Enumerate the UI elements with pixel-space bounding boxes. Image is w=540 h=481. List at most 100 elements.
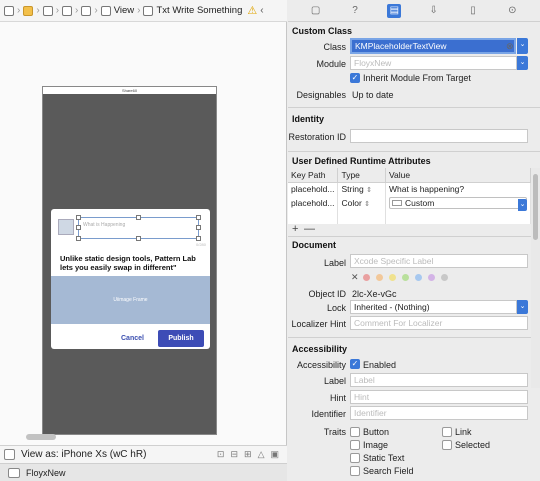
debug-area-icon[interactable] <box>8 467 20 478</box>
accessibility-label-field[interactable]: Label <box>350 373 528 387</box>
clear-color-icon[interactable]: ✕ <box>351 272 359 283</box>
horizontal-scrollbar[interactable] <box>26 434 56 440</box>
type-cell[interactable]: Color ⇕ <box>337 195 386 210</box>
table-row[interactable]: placehold... String ⇕ What is happening? <box>288 182 531 196</box>
updown-stepper-icon[interactable]: ⇕ <box>364 201 370 208</box>
compose-dialog[interactable]: What is Happening 0/280 Unlike static de… <box>51 209 210 349</box>
file-inspector-icon[interactable]: ▢ <box>309 4 323 18</box>
identifier-field[interactable]: Identifier <box>350 406 528 420</box>
scene-icon[interactable] <box>42 5 53 16</box>
add-attribute-button[interactable]: + <box>292 223 298 235</box>
value-cell[interactable]: Custom <box>385 195 531 210</box>
runtime-attributes-table: Key Path Type Value placehold... String … <box>288 168 531 224</box>
resize-handle[interactable] <box>76 215 81 220</box>
localizer-hint-label: Localizer Hint <box>291 319 346 329</box>
localizer-hint-field[interactable]: Comment For Localizer <box>350 316 528 330</box>
resize-handle[interactable] <box>196 225 201 230</box>
pin-icon[interactable]: ⊞ <box>244 449 252 460</box>
size-inspector-icon[interactable]: ▯ <box>466 4 480 18</box>
column-header-type[interactable]: Type <box>337 168 386 183</box>
inherit-module-checkbox[interactable]: ✓ <box>350 73 360 83</box>
publish-button[interactable]: Publish <box>158 330 204 347</box>
lock-dropdown-button[interactable]: ⌄ <box>517 300 528 314</box>
chevron-left-icon[interactable]: ‹ <box>260 5 263 16</box>
divider <box>288 337 540 338</box>
resize-handle[interactable] <box>136 215 141 220</box>
trait-link-checkbox[interactable] <box>442 427 452 437</box>
custom-class-header: Custom Class <box>292 26 353 36</box>
remove-attribute-button[interactable]: — <box>304 223 315 235</box>
accessibility-header: Accessibility <box>292 344 348 354</box>
accessibility-enabled-checkbox[interactable]: ✓ <box>350 359 360 369</box>
value-cell[interactable]: What is happening? <box>385 182 531 196</box>
xcode-label-field[interactable]: Xcode Specific Label <box>350 254 528 268</box>
resize-handle[interactable] <box>76 236 81 241</box>
trait-selected-checkbox[interactable] <box>442 440 452 450</box>
help-inspector-icon[interactable]: ? <box>348 4 362 18</box>
cancel-button[interactable]: Cancel <box>121 335 144 342</box>
controller-icon[interactable] <box>62 5 73 16</box>
type-cell[interactable]: String ⇕ <box>337 182 386 196</box>
table-row[interactable]: placehold... Color ⇕ Custom <box>288 195 531 210</box>
prompt-label: Unlike static design tools, Pattern Lab … <box>60 254 196 272</box>
chevron-right-icon: › <box>94 5 98 16</box>
lock-select[interactable]: Inherited - (Nothing) <box>350 300 517 314</box>
updown-stepper-icon[interactable]: ⇕ <box>366 187 372 194</box>
scrollbar-thumb[interactable] <box>533 174 538 240</box>
resolve-icon[interactable]: △ <box>258 449 265 460</box>
breadcrumb-text-view[interactable]: Txt Write Something <box>156 5 242 16</box>
module-dropdown-button[interactable]: ⌄ <box>517 56 528 70</box>
textview-icon[interactable] <box>143 5 154 16</box>
vertical-scrollbar[interactable] <box>531 168 540 388</box>
class-field[interactable]: KMPlaceholderTextView <box>350 38 516 54</box>
label-color-swatch[interactable] <box>376 274 383 281</box>
resize-handle[interactable] <box>76 225 81 230</box>
folder-icon[interactable] <box>23 5 34 16</box>
identity-header: Identity <box>292 114 325 124</box>
align-icon[interactable]: ⊟ <box>230 449 238 460</box>
module-label: Module <box>316 59 346 69</box>
label-color-swatch[interactable] <box>428 274 435 281</box>
resize-handle[interactable] <box>196 215 201 220</box>
keypath-cell[interactable]: placehold... <box>288 195 339 210</box>
type-value: String <box>341 184 364 195</box>
label-color-swatch[interactable] <box>389 274 396 281</box>
clear-icon[interactable]: ⊗ <box>506 41 514 52</box>
file-icon[interactable] <box>4 5 14 16</box>
color-popup[interactable]: Custom <box>389 196 527 209</box>
designables-value: Up to date <box>352 90 394 100</box>
update-frames-icon[interactable]: ⊡ <box>217 449 225 460</box>
trait-static-text-checkbox[interactable] <box>350 453 360 463</box>
trait-image-checkbox[interactable] <box>350 440 360 450</box>
label-color-swatch[interactable] <box>402 274 409 281</box>
view-icon[interactable] <box>81 5 92 16</box>
chevron-right-icon: › <box>75 5 79 16</box>
module-field[interactable]: FloyxNew <box>350 56 517 70</box>
trait-button-checkbox[interactable] <box>350 427 360 437</box>
keypath-cell[interactable]: placehold... <box>288 182 339 196</box>
label-color-swatch[interactable] <box>441 274 448 281</box>
identity-inspector-icon[interactable]: ▤ <box>387 3 402 18</box>
traits-label: Traits <box>323 427 346 437</box>
view-icon[interactable] <box>100 5 111 16</box>
connections-inspector-icon[interactable]: ⊙ <box>505 4 519 18</box>
restoration-id-field[interactable] <box>350 129 528 143</box>
resize-handle[interactable] <box>196 236 201 241</box>
column-header-keypath[interactable]: Key Path <box>288 168 339 183</box>
embed-icon[interactable]: ▣ <box>270 449 279 460</box>
accessibility-label: Accessibility <box>296 360 346 370</box>
trait-search-field-checkbox[interactable] <box>350 466 360 476</box>
class-dropdown-button[interactable]: ⌄ <box>517 38 528 54</box>
label-color-swatch[interactable] <box>363 274 370 281</box>
outline-toggle-button[interactable] <box>4 449 15 460</box>
view-as-device[interactable]: View as: iPhone Xs (wC hR) <box>21 449 146 460</box>
resize-handle[interactable] <box>136 236 141 241</box>
warning-icon[interactable]: ⚠ <box>247 4 257 17</box>
attributes-inspector-icon[interactable]: ⇩ <box>427 4 441 18</box>
color-dropdown-button[interactable]: ⌄ <box>518 199 527 211</box>
hint-field[interactable]: Hint <box>350 390 528 404</box>
breadcrumb-view[interactable]: View <box>114 5 134 16</box>
column-header-value[interactable]: Value <box>385 168 531 183</box>
label-color-swatch[interactable] <box>415 274 422 281</box>
chevron-right-icon: › <box>36 5 40 16</box>
